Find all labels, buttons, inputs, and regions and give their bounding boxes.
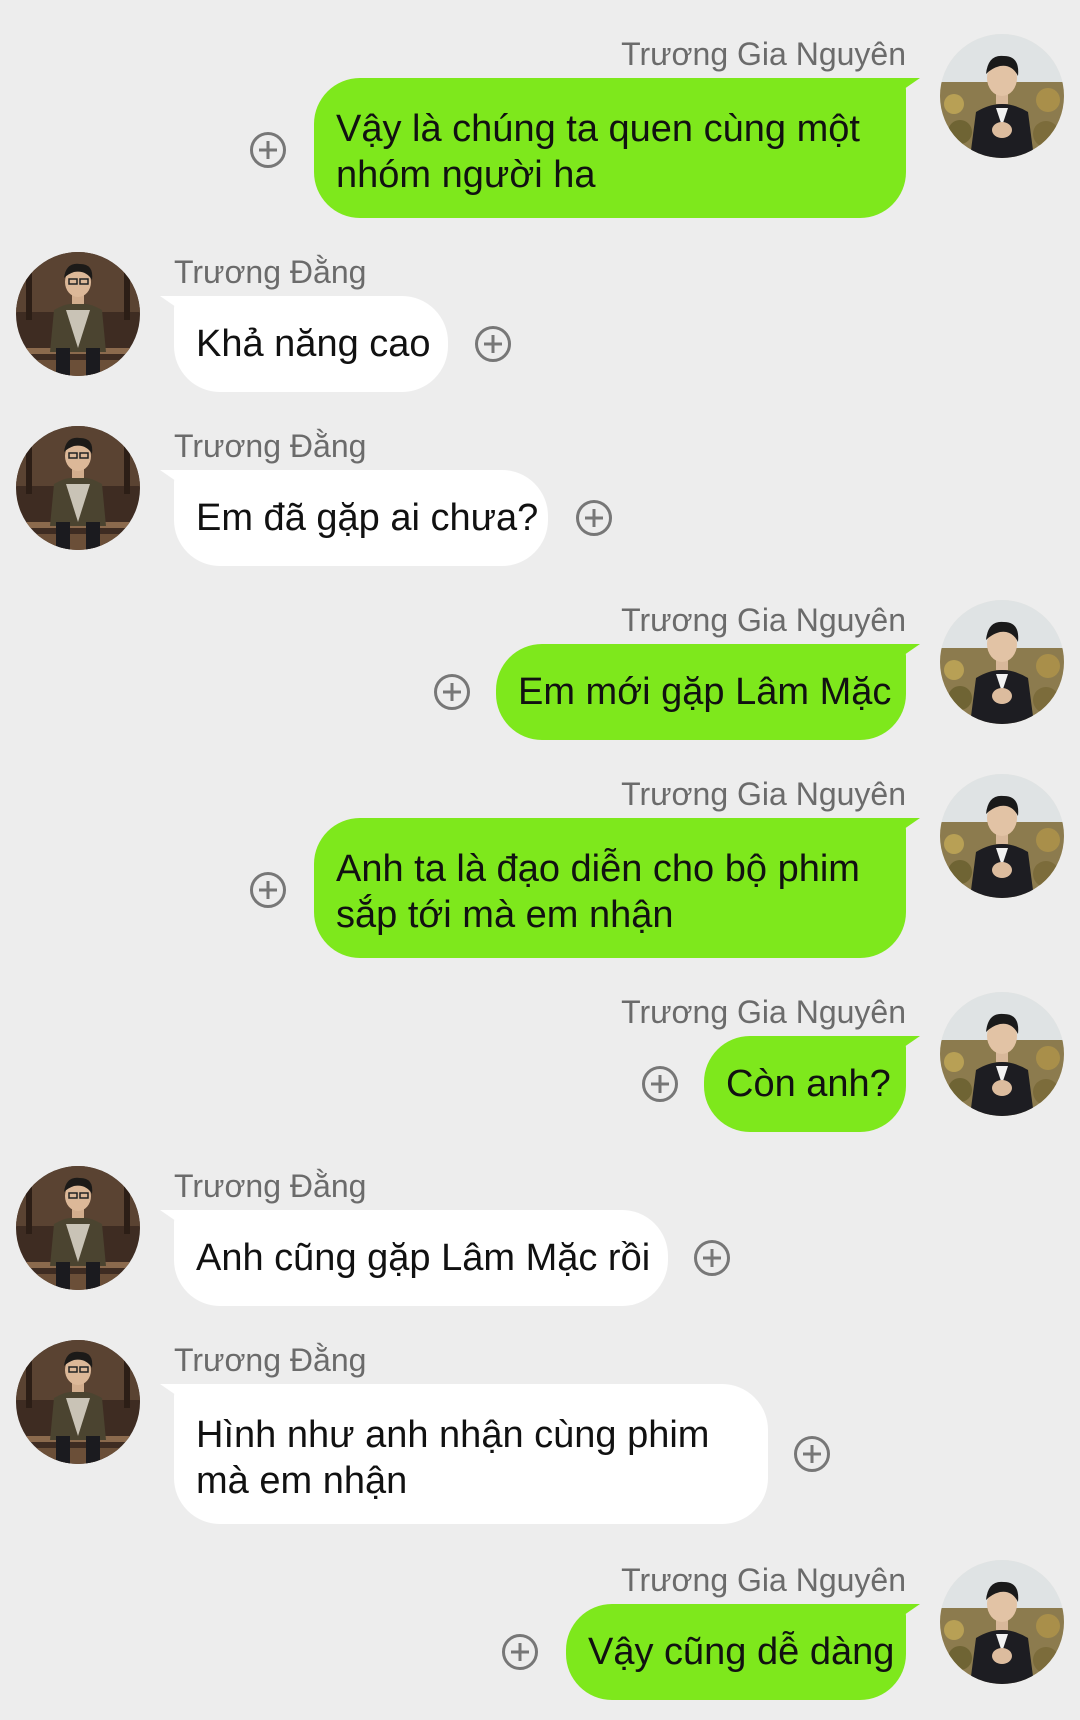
bubble-tail [894, 644, 920, 662]
add-reaction-icon[interactable] [794, 1436, 830, 1472]
message-text-line: Em đã gặp ai chưa? [196, 497, 539, 539]
sender-name: Trương Gia Nguyên [621, 1562, 906, 1598]
message-bubble[interactable]: Hình như anh nhận cùng phim mà em nhận [160, 1384, 768, 1524]
message-row-outgoing: Trương Gia Nguyên Vậy là chúng ta quen c… [0, 34, 1080, 218]
message-bubble[interactable]: Em mới gặp Lâm Mặc [496, 644, 920, 740]
avatar[interactable] [16, 252, 140, 376]
sender-name: Trương Đằng [174, 254, 367, 290]
message-row-incoming: Trương Đằng Em đã gặp ai chưa? [0, 426, 1080, 566]
message-row-incoming: Trương Đằng Khả năng cao [0, 252, 1080, 392]
bubble-tail [894, 1036, 920, 1054]
message-row-outgoing: Trương Gia Nguyên Vậy cũng dễ dàng [0, 1560, 1080, 1700]
message-text-line: Anh ta là đạo diễn cho bộ phim [336, 848, 860, 890]
message-row-outgoing: Trương Gia Nguyên Em mới gặp Lâm Mặc [0, 600, 1080, 740]
bubble-tail [894, 818, 920, 836]
add-reaction-icon[interactable] [434, 674, 470, 710]
sender-name: Trương Gia Nguyên [621, 36, 906, 72]
message-bubble[interactable]: Khả năng cao [160, 296, 448, 392]
bubble-tail [160, 470, 186, 488]
message-row-outgoing: Trương Gia Nguyên Anh ta là đạo diễn cho… [0, 774, 1080, 958]
add-reaction-icon[interactable] [250, 132, 286, 168]
add-reaction-icon[interactable] [502, 1634, 538, 1670]
avatar[interactable] [940, 1560, 1064, 1684]
avatar[interactable] [16, 1340, 140, 1464]
message-bubble[interactable]: Anh ta là đạo diễn cho bộ phim sắp tới m… [314, 818, 920, 958]
avatar[interactable] [16, 426, 140, 550]
add-reaction-icon[interactable] [475, 326, 511, 362]
sender-name: Trương Gia Nguyên [621, 994, 906, 1030]
message-row-incoming: Trương Đằng Anh cũng gặp Lâm Mặc rồi [0, 1166, 1080, 1306]
add-reaction-icon[interactable] [642, 1066, 678, 1102]
sender-name: Trương Gia Nguyên [621, 776, 906, 812]
bubble-tail [160, 296, 186, 314]
sender-name: Trương Gia Nguyên [621, 602, 906, 638]
add-reaction-icon[interactable] [694, 1240, 730, 1276]
add-reaction-icon[interactable] [576, 500, 612, 536]
message-text-line: nhóm người ha [336, 154, 596, 196]
message-text-line: Hình như anh nhận cùng phim [196, 1414, 710, 1456]
message-row-incoming: Trương Đằng Hình như anh nhận cùng phim … [0, 1340, 1080, 1524]
message-bubble[interactable]: Anh cũng gặp Lâm Mặc rồi [160, 1210, 668, 1306]
message-text-line: Vậy là chúng ta quen cùng một [336, 108, 860, 150]
avatar[interactable] [16, 1166, 140, 1290]
bubble-tail [894, 78, 920, 96]
message-text-line: Em mới gặp Lâm Mặc [518, 671, 892, 713]
message-text-line: Còn anh? [726, 1063, 891, 1105]
sender-name: Trương Đằng [174, 1342, 367, 1378]
message-bubble[interactable]: Em đã gặp ai chưa? [160, 470, 548, 566]
message-text-line: Anh cũng gặp Lâm Mặc rồi [196, 1237, 651, 1279]
bubble-tail [894, 1604, 920, 1622]
message-text-line: Vậy cũng dễ dàng [588, 1631, 895, 1673]
message-bubble[interactable]: Vậy cũng dễ dàng [566, 1604, 920, 1700]
sender-name: Trương Đằng [174, 1168, 367, 1204]
message-bubble[interactable]: Vậy là chúng ta quen cùng một nhóm người… [314, 78, 920, 218]
avatar[interactable] [940, 774, 1064, 898]
sender-name: Trương Đằng [174, 428, 367, 464]
bubble-tail [160, 1384, 186, 1402]
add-reaction-icon[interactable] [250, 872, 286, 908]
bubble-tail [160, 1210, 186, 1228]
avatar[interactable] [940, 600, 1064, 724]
message-bubble[interactable]: Còn anh? [704, 1036, 920, 1132]
message-row-outgoing: Trương Gia Nguyên Còn anh? [0, 992, 1080, 1132]
avatar[interactable] [940, 34, 1064, 158]
message-text-line: Khả năng cao [196, 323, 431, 365]
message-text-line: sắp tới mà em nhận [336, 894, 674, 936]
chat-message-list[interactable]: Trương Gia Nguyên Vậy là chúng ta quen c… [0, 0, 1080, 1720]
avatar[interactable] [940, 992, 1064, 1116]
message-text-line: mà em nhận [196, 1460, 408, 1502]
